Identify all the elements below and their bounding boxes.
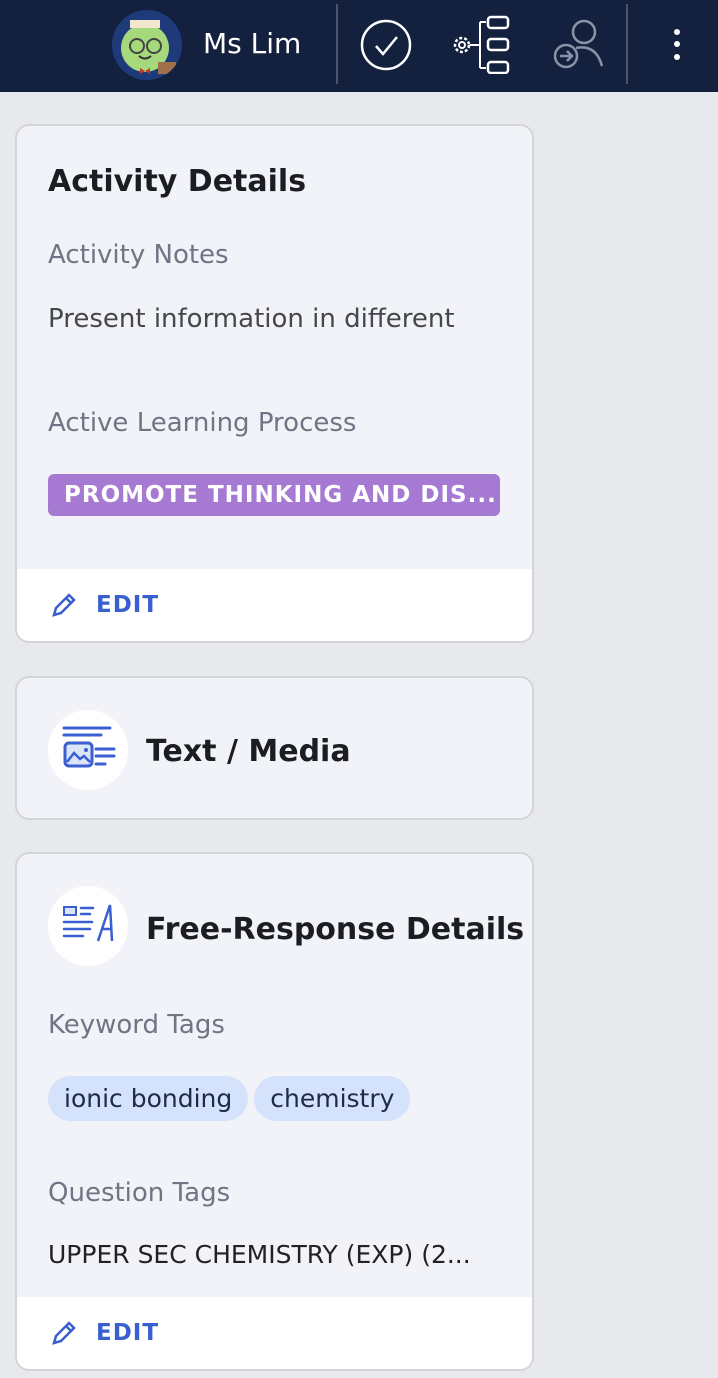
keyword-tag: ionic bonding [48,1076,249,1121]
avatar[interactable] [112,10,182,80]
icon-circle [48,710,128,790]
card-title: Text / Media [146,734,351,769]
process-tag: PROMOTE THINKING AND DIS... [48,474,500,516]
divider [626,4,628,84]
keyword-tag: chemistry [254,1076,411,1121]
question-value: UPPER SEC CHEMISTRY (EXP) (2... [48,1240,471,1269]
pencil-icon [52,1321,76,1345]
notes-value: Present information in different [48,304,455,334]
user-name[interactable]: Ms Lim [203,27,301,60]
question-label: Question Tags [48,1178,231,1208]
edit-button[interactable]: EDIT [17,1297,532,1369]
edit-label: EDIT [96,592,160,618]
free-response-card: Free-Response Details Keyword Tags ionic… [15,852,534,1371]
activity-details-card: Activity Details Activity Notes Present … [15,124,534,643]
process-label: Active Learning Process [48,408,357,438]
text-media-card[interactable]: Text / Media [15,676,534,820]
assign-user-icon[interactable] [552,18,606,72]
card-title: Activity Details [48,164,307,199]
free-response-icon [62,904,114,942]
notes-label: Activity Notes [48,240,229,270]
text-media-icon [62,726,116,768]
icon-circle [48,886,128,966]
check-circle-icon[interactable] [359,18,413,72]
settings-tree-icon[interactable] [448,14,514,74]
divider [336,4,338,84]
keyword-tags: ionic bonding chemistry [48,1076,416,1121]
card-title: Free-Response Details [146,912,525,947]
keyword-label: Keyword Tags [48,1010,225,1040]
edit-button[interactable]: EDIT [17,569,532,641]
pencil-icon [52,593,76,617]
edit-label: EDIT [96,1320,160,1346]
more-vertical-icon[interactable] [670,26,684,66]
top-bar: Ms Lim [0,0,718,92]
